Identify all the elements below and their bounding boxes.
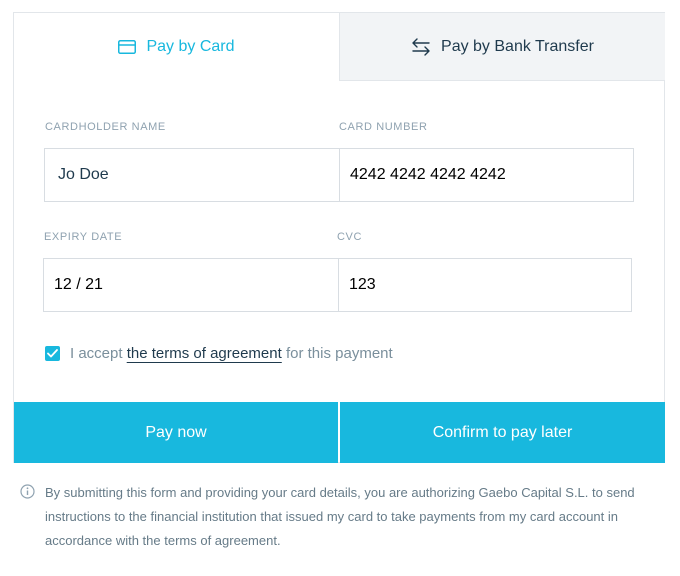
payment-panel: Pay by Card Pay by Bank Transfer CARDHOL…	[13, 12, 665, 463]
confirm-pay-later-button[interactable]: Confirm to pay later	[340, 402, 665, 463]
transfer-arrows-icon	[411, 37, 431, 56]
cardholder-name-label: CARDHOLDER NAME	[45, 121, 166, 133]
authorization-notice: By submitting this form and providing yo…	[20, 481, 660, 553]
cvc-input[interactable]	[338, 258, 632, 312]
cvc-label: CVC	[337, 231, 363, 243]
terms-of-agreement-link[interactable]: the terms of agreement	[127, 345, 282, 362]
terms-agreement-row: I accept the terms of agreement for this…	[45, 345, 393, 362]
tab-pay-by-card-label: Pay by Card	[146, 38, 235, 55]
tab-pay-by-bank-transfer-label: Pay by Bank Transfer	[441, 37, 594, 55]
expiry-date-input[interactable]	[43, 258, 339, 312]
tab-pay-by-bank-transfer[interactable]: Pay by Bank Transfer	[339, 13, 665, 81]
card-number-label: CARD NUMBER	[339, 121, 428, 133]
authorization-notice-text: By submitting this form and providing yo…	[45, 485, 635, 548]
pay-now-button[interactable]: Pay now	[14, 402, 338, 463]
expiry-date-label: EXPIRY DATE	[44, 231, 123, 243]
payment-method-tabs: Pay by Card Pay by Bank Transfer	[14, 13, 665, 81]
checkmark-icon	[47, 349, 58, 358]
tab-pay-by-card[interactable]: Pay by Card	[14, 13, 339, 81]
terms-prefix-text: I accept	[70, 345, 123, 362]
terms-checkbox[interactable]	[45, 346, 60, 361]
card-number-input[interactable]	[339, 148, 634, 202]
info-icon	[20, 484, 35, 553]
cardholder-name-input[interactable]	[44, 148, 340, 202]
terms-suffix-text: for this payment	[285, 345, 393, 362]
credit-card-icon	[118, 40, 137, 54]
